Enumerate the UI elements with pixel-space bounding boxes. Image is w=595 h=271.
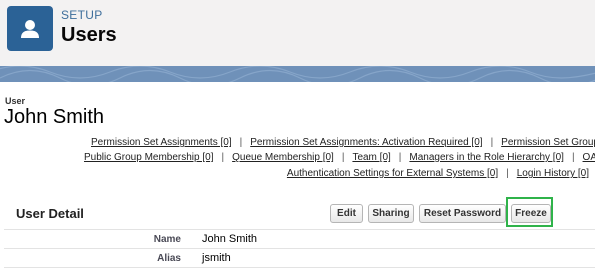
record-type-label: User <box>5 96 26 106</box>
user-icon <box>7 6 53 51</box>
related-links-row-1: Permission Set Assignments [0] | Permissio… <box>91 137 595 148</box>
link-team[interactable]: Team [0] <box>352 152 390 163</box>
field-value-alias: jsmith <box>202 252 231 264</box>
divider <box>4 267 595 268</box>
separator: | <box>571 152 575 163</box>
field-label-name: Name <box>153 234 181 245</box>
related-links-row-2: Public Group Membership [0] | Queue Member… <box>84 152 595 163</box>
sharing-button[interactable]: Sharing <box>368 204 414 223</box>
link-managers-role-hierarchy[interactable]: Managers in the Role Hierarchy [0] <box>409 152 564 163</box>
user-detail-title: User Detail <box>16 206 84 221</box>
link-permission-set-assignments[interactable]: Permission Set Assignments [0] <box>91 137 232 148</box>
page-title: Users <box>61 24 117 46</box>
link-login-history[interactable]: Login History [0] <box>517 168 589 179</box>
separator: | <box>341 152 345 163</box>
separator: | <box>398 152 402 163</box>
link-permission-set-group[interactable]: Permission Set Group <box>501 137 595 148</box>
reset-password-button[interactable]: Reset Password <box>419 204 506 223</box>
freeze-button[interactable]: Freeze <box>511 204 551 223</box>
decorative-band <box>0 66 595 82</box>
link-authentication-settings[interactable]: Authentication Settings for External Sys… <box>287 168 498 179</box>
link-oauth[interactable]: OA <box>583 152 595 163</box>
separator: | <box>490 137 494 148</box>
separator: | <box>239 137 243 148</box>
related-links-row-3: Authentication Settings for External Sys… <box>287 168 589 179</box>
edit-button[interactable]: Edit <box>330 204 363 223</box>
link-permission-set-activation-required[interactable]: Permission Set Assignments: Activation R… <box>250 137 482 148</box>
record-name: John Smith <box>4 106 105 128</box>
link-public-group-membership[interactable]: Public Group Membership [0] <box>84 152 214 163</box>
separator: | <box>221 152 225 163</box>
field-label-alias: Alias <box>157 253 181 264</box>
divider <box>4 229 595 230</box>
link-queue-membership[interactable]: Queue Membership [0] <box>232 152 334 163</box>
field-value-name: John Smith <box>202 233 258 245</box>
setup-label: SETUP <box>61 8 103 22</box>
separator: | <box>506 168 509 179</box>
page-header: SETUP Users <box>0 0 595 67</box>
divider <box>4 248 595 249</box>
